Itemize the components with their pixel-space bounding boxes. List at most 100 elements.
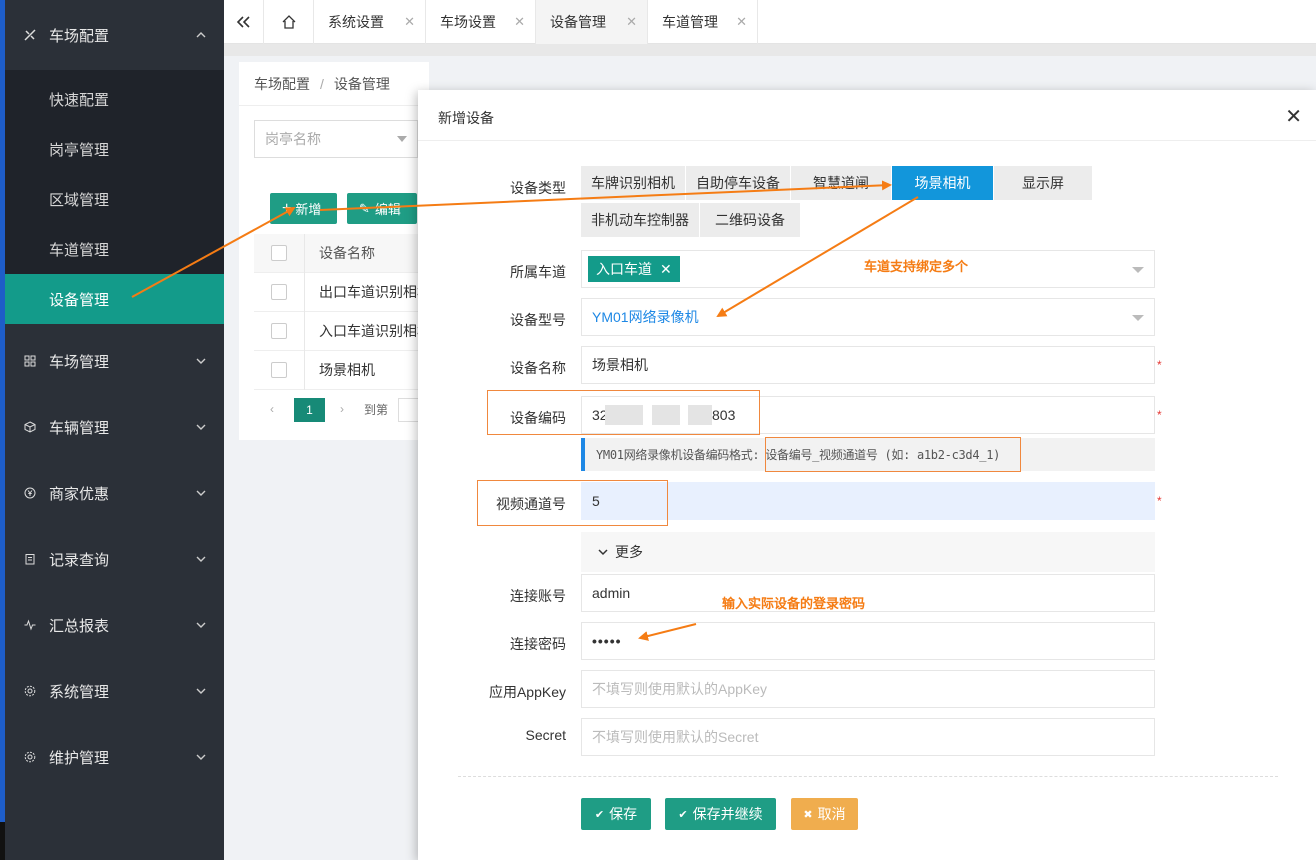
tab-label: 车场设置 <box>440 14 496 30</box>
cube-icon <box>23 420 37 434</box>
label-lane: 所属车道 <box>510 264 566 280</box>
highlight-box-channel <box>477 480 668 526</box>
page-number[interactable]: 1 <box>294 398 325 422</box>
label-password: 连接密码 <box>510 636 566 652</box>
sidebar-item-quick-config[interactable]: 快速配置 <box>5 74 224 124</box>
tools-icon <box>23 28 37 42</box>
tab-label: 设备管理 <box>550 14 606 30</box>
secret-input[interactable]: 不填写则使用默认的Secret <box>581 718 1155 756</box>
remove-tag-icon[interactable]: ✕ <box>660 261 672 278</box>
row-checkbox[interactable] <box>271 323 287 339</box>
sidebar-item-area[interactable]: 区域管理 <box>5 174 224 224</box>
booth-filter-select[interactable]: 岗亭名称 <box>254 120 418 158</box>
table-row[interactable]: 出口车道识别相机 <box>254 273 431 312</box>
row-cell: 场景相机 <box>319 362 375 378</box>
home-tab[interactable] <box>264 0 314 44</box>
type-plate-camera[interactable]: 车牌识别相机 <box>581 166 685 200</box>
sidebar-item-booth[interactable]: 岗亭管理 <box>5 124 224 174</box>
breadcrumb-item[interactable]: 车场配置 <box>254 74 310 94</box>
goto-page-input[interactable] <box>398 398 418 422</box>
save-continue-label: 保存并继续 <box>692 806 763 822</box>
close-icon[interactable]: ✕ <box>404 14 415 30</box>
sub-item-label: 设备管理 <box>49 291 110 309</box>
chevron-down-icon <box>196 556 206 562</box>
appkey-input[interactable]: 不填写则使用默认的AppKey <box>581 670 1155 708</box>
grid-icon <box>23 354 37 368</box>
select-all-checkbox[interactable] <box>271 245 287 261</box>
more-label: 更多 <box>615 544 643 560</box>
nav-group-maintenance[interactable]: 维护管理 <box>5 724 224 790</box>
type-non-motor-controller[interactable]: 非机动车控制器 <box>581 203 699 237</box>
password-input[interactable]: ••••• <box>581 622 1155 660</box>
required-mark: * <box>1157 408 1162 422</box>
type-label: 智慧道闸 <box>813 175 869 191</box>
nav-group-parking-config[interactable]: 车场配置 <box>5 2 224 68</box>
edit-icon: ✎ <box>359 200 370 216</box>
nav-group-reports[interactable]: 汇总报表 <box>5 592 224 658</box>
type-display[interactable]: 显示屏 <box>994 166 1092 200</box>
cancel-button[interactable]: ✖ 取消 <box>791 798 858 830</box>
submenu: 快速配置 岗亭管理 区域管理 车道管理 设备管理 <box>5 70 224 324</box>
row-checkbox[interactable] <box>271 362 287 378</box>
caret-down-icon <box>397 136 407 142</box>
close-icon[interactable]: ✕ <box>736 14 747 30</box>
tab-system-settings[interactable]: 系统设置 ✕ <box>314 0 426 44</box>
chevron-down-icon <box>598 549 608 556</box>
nav-group-system[interactable]: 系统管理 <box>5 658 224 724</box>
close-icon[interactable]: ✕ <box>626 14 637 30</box>
sidebar-edge-bottom <box>0 822 5 860</box>
type-scene-camera[interactable]: 场景相机 <box>892 166 993 200</box>
breadcrumb-item: 设备管理 <box>333 75 390 92</box>
tab-parking-settings[interactable]: 车场设置 ✕ <box>426 0 536 44</box>
chevron-up-icon <box>196 32 206 38</box>
dialog-title: 新增设备 <box>438 110 494 126</box>
nav-group-label: 车场配置 <box>49 27 110 45</box>
nav-group-records[interactable]: 记录查询 <box>5 526 224 592</box>
sub-item-label: 岗亭管理 <box>49 141 110 159</box>
row-cell: 入口车道识别相机 <box>319 323 431 339</box>
sub-item-label: 车道管理 <box>49 241 110 259</box>
check-icon: ✔ <box>678 808 688 821</box>
save-button[interactable]: ✔ 保存 <box>581 798 651 830</box>
collapse-sidebar-button[interactable] <box>224 0 264 44</box>
edit-button[interactable]: ✎ 编辑 <box>347 193 417 224</box>
type-qr-device[interactable]: 二维码设备 <box>700 203 800 237</box>
edit-label: 编辑 <box>374 202 401 217</box>
chevron-down-icon <box>196 358 206 364</box>
cancel-label: 取消 <box>817 806 846 822</box>
content-strip <box>224 44 1316 56</box>
label-account: 连接账号 <box>510 588 566 604</box>
add-button[interactable]: + 新增 <box>270 193 337 224</box>
nav-group-parking-manage[interactable]: 车场管理 <box>5 328 224 394</box>
more-toggle[interactable]: 更多 <box>581 532 1155 572</box>
clipboard-icon <box>23 552 37 566</box>
sidebar: 车场配置 快速配置 岗亭管理 区域管理 车道管理 设备管理 车场管理 车辆管理 … <box>0 0 224 860</box>
next-page-icon[interactable]: › <box>340 402 344 416</box>
tab-lane-manage[interactable]: 车道管理 ✕ <box>648 0 758 44</box>
sidebar-item-lane[interactable]: 车道管理 <box>5 224 224 274</box>
row-checkbox[interactable] <box>271 284 287 300</box>
table-row[interactable]: 入口车道识别相机 <box>254 312 431 351</box>
close-icon[interactable]: ✕ <box>514 14 525 30</box>
type-self-parking[interactable]: 自助停车设备 <box>686 166 790 200</box>
tab-device-manage[interactable]: 设备管理 ✕ <box>536 0 648 44</box>
table-row[interactable]: 场景相机 <box>254 351 418 390</box>
filter-placeholder: 岗亭名称 <box>265 131 321 147</box>
nav-group-merchant[interactable]: 商家优惠 <box>5 460 224 526</box>
annotation-password-tip: 输入实际设备的登录密码 <box>722 596 866 611</box>
column-header: 设备名称 <box>319 245 375 261</box>
device-name-input[interactable]: 场景相机 <box>581 346 1155 384</box>
nav-group-vehicle[interactable]: 车辆管理 <box>5 394 224 460</box>
annotation-lane-multi: 车道支持绑定多个 <box>864 259 969 274</box>
close-dialog-button[interactable]: ✕ <box>1285 104 1302 129</box>
type-smart-barrier[interactable]: 智慧道闸 <box>791 166 891 200</box>
account-input[interactable]: admin <box>581 574 1155 612</box>
save-continue-button[interactable]: ✔ 保存并继续 <box>665 798 776 830</box>
model-select[interactable]: YM01网络录像机 <box>581 298 1155 336</box>
sidebar-item-device[interactable]: 设备管理 <box>5 274 224 324</box>
label-secret: Secret <box>525 727 566 743</box>
pagination: ‹ 1 › 到第 <box>254 390 418 428</box>
prev-page-icon[interactable]: ‹ <box>270 402 274 416</box>
yen-icon <box>23 486 37 500</box>
sub-item-label: 快速配置 <box>49 91 110 109</box>
